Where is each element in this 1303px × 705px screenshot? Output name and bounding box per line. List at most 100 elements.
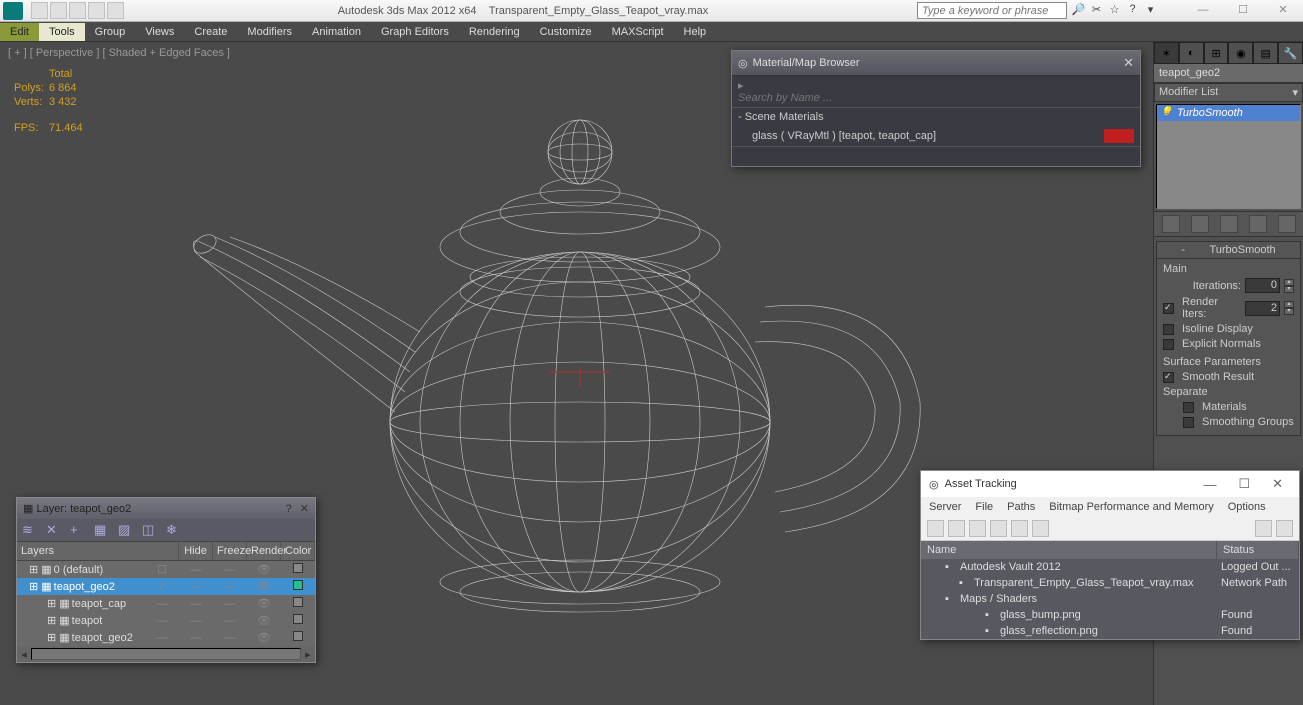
riter-down-icon[interactable]: ▾ [1284,308,1294,315]
layer-col-freeze[interactable]: Freeze [213,542,247,560]
mat-item-glass[interactable]: glass ( VRayMtl ) [teapot, teapot_cap] [732,126,1140,146]
layer-titlebar[interactable]: ▦ Layer: teapot_geo2 ? ✕ [17,498,315,519]
layer-hide-icon[interactable]: ◫ [142,522,158,538]
menu-help[interactable]: Help [674,23,717,41]
dropdown-icon[interactable]: ▾ [1143,3,1158,18]
minimize-button[interactable]: — [1183,1,1223,21]
layer-col-hide[interactable]: Hide [179,542,213,560]
modifier-stack[interactable]: TurboSmooth [1156,104,1301,209]
layer-freeze-icon[interactable]: ❄ [166,522,182,538]
asset-tb-4-icon[interactable] [990,520,1007,537]
mat-browser-search[interactable]: ▸ [732,75,1140,107]
asset-tb-1-icon[interactable] [927,520,944,537]
menu-rendering[interactable]: Rendering [459,23,530,41]
layer-delete-icon[interactable]: ✕ [46,522,62,538]
asset-row[interactable]: ▪Maps / Shaders [921,591,1299,607]
mat-browser-titlebar[interactable]: ◎ Material/Map Browser ✕ [732,51,1140,75]
asset-menu-options[interactable]: Options [1228,501,1266,513]
asset-maximize-button[interactable]: ☐ [1230,476,1258,492]
help-search-input[interactable] [917,2,1067,19]
layer-row[interactable]: ⊞ ▦ 0 (default)☐——👁 [17,561,315,578]
menu-graph-editors[interactable]: Graph Editors [371,23,459,41]
asset-menu-paths[interactable]: Paths [1007,501,1035,513]
isoline-checkbox[interactable] [1163,324,1174,335]
layer-col-layers[interactable]: Layers [17,542,179,560]
menu-animation[interactable]: Animation [302,23,371,41]
tab-hierarchy-icon[interactable]: ⊞ [1204,42,1229,64]
tab-create-icon[interactable]: ✶ [1154,42,1179,64]
layer-scrollbar[interactable]: ◂ ▸ [17,646,315,662]
menu-tools[interactable]: Tools [39,23,85,41]
make-unique-icon[interactable] [1220,215,1238,233]
show-end-result-icon[interactable] [1191,215,1209,233]
tab-modify-icon[interactable]: ◐ [1179,42,1204,64]
smooth-result-checkbox[interactable] [1163,372,1174,383]
tab-display-icon[interactable]: ▤ [1253,42,1278,64]
layer-row[interactable]: ⊞ ▦ teapot———👁 [17,612,315,629]
qat-redo-icon[interactable] [107,2,124,19]
menu-views[interactable]: Views [135,23,184,41]
menu-create[interactable]: Create [184,23,237,41]
layer-row[interactable]: ⊞ ▦ teapot_geo2———👁 [17,629,315,646]
asset-row[interactable]: ▪glass_reflection.pngFound [921,623,1299,639]
asset-tb-2-icon[interactable] [948,520,965,537]
binoculars-icon[interactable]: 🔎 [1071,3,1086,18]
object-name-field[interactable]: teapot_geo2 [1154,64,1303,83]
sep-materials-checkbox[interactable] [1183,402,1194,413]
asset-tb-3-icon[interactable] [969,520,986,537]
qat-open-icon[interactable] [50,2,67,19]
configure-sets-icon[interactable] [1278,215,1296,233]
scroll-right-icon[interactable]: ▸ [301,648,315,661]
layer-close-button[interactable]: ✕ [300,502,309,515]
iter-down-icon[interactable]: ▾ [1284,286,1294,293]
asset-minimize-button[interactable]: — [1195,477,1224,492]
asset-row[interactable]: ▪Transparent_Empty_Glass_Teapot_vray.max… [921,575,1299,591]
rollout-turbosmooth-header[interactable]: - TurboSmooth [1156,241,1301,259]
asset-tb-help-icon[interactable] [1276,520,1293,537]
sep-smoothing-checkbox[interactable] [1183,417,1194,428]
asset-menu-server[interactable]: Server [929,501,961,513]
menu-group[interactable]: Group [85,23,136,41]
asset-titlebar[interactable]: ◎ Asset Tracking — ☐ ✕ [921,471,1299,497]
asset-col-name[interactable]: Name [921,541,1217,559]
asset-close-button[interactable]: ✕ [1264,476,1291,492]
asset-row[interactable]: ▪glass_bump.pngFound [921,607,1299,623]
qat-undo-icon[interactable] [88,2,105,19]
pin-stack-icon[interactable] [1162,215,1180,233]
asset-col-status[interactable]: Status [1217,541,1299,559]
qat-new-icon[interactable] [31,2,48,19]
layer-add-icon[interactable]: + [70,522,86,538]
asset-tb-5-icon[interactable] [1011,520,1028,537]
asset-tb-refresh-icon[interactable] [1255,520,1272,537]
mat-scene-materials-header[interactable]: - Scene Materials [732,107,1140,126]
modifier-list-dropdown[interactable]: Modifier List▾ [1154,83,1303,102]
viewport-label[interactable]: [ + ] [ Perspective ] [ Shaded + Edged F… [8,47,230,59]
layer-col-render[interactable]: Render [247,542,281,560]
asset-row[interactable]: ▪Autodesk Vault 2012Logged Out ... [921,559,1299,575]
render-iters-spinner[interactable]: 2 [1245,301,1280,316]
menu-maxscript[interactable]: MAXScript [602,23,674,41]
layer-highlight-icon[interactable]: ▨ [118,522,134,538]
layer-new-icon[interactable]: ≋ [22,522,38,538]
help-icon[interactable]: ? [1125,3,1140,18]
tab-motion-icon[interactable]: ◉ [1228,42,1253,64]
qat-save-icon[interactable] [69,2,86,19]
maximize-button[interactable]: ☐ [1223,1,1263,21]
layer-row[interactable]: ⊞ ▦ teapot_cap———👁 [17,595,315,612]
asset-tb-6-icon[interactable] [1032,520,1049,537]
iter-up-icon[interactable]: ▴ [1284,279,1294,286]
tool-icon[interactable]: ✂ [1089,3,1104,18]
asset-menu-bitmap[interactable]: Bitmap Performance and Memory [1049,501,1213,513]
star-icon[interactable]: ☆ [1107,3,1122,18]
close-button[interactable]: ✕ [1263,1,1303,21]
iterations-spinner[interactable]: 0 [1245,278,1280,293]
layer-row[interactable]: ⊞ ▦ teapot_geo2✓——👁 [17,578,315,595]
scroll-left-icon[interactable]: ◂ [17,648,31,661]
layer-select-icon[interactable]: ▦ [94,522,110,538]
menu-customize[interactable]: Customize [530,23,602,41]
layer-help-icon[interactable]: ? [286,503,292,515]
mat-browser-close-button[interactable]: ✕ [1123,55,1134,71]
modifier-turbosmooth[interactable]: TurboSmooth [1157,105,1300,121]
menu-edit[interactable]: Edit [0,23,39,41]
explicit-checkbox[interactable] [1163,339,1174,350]
